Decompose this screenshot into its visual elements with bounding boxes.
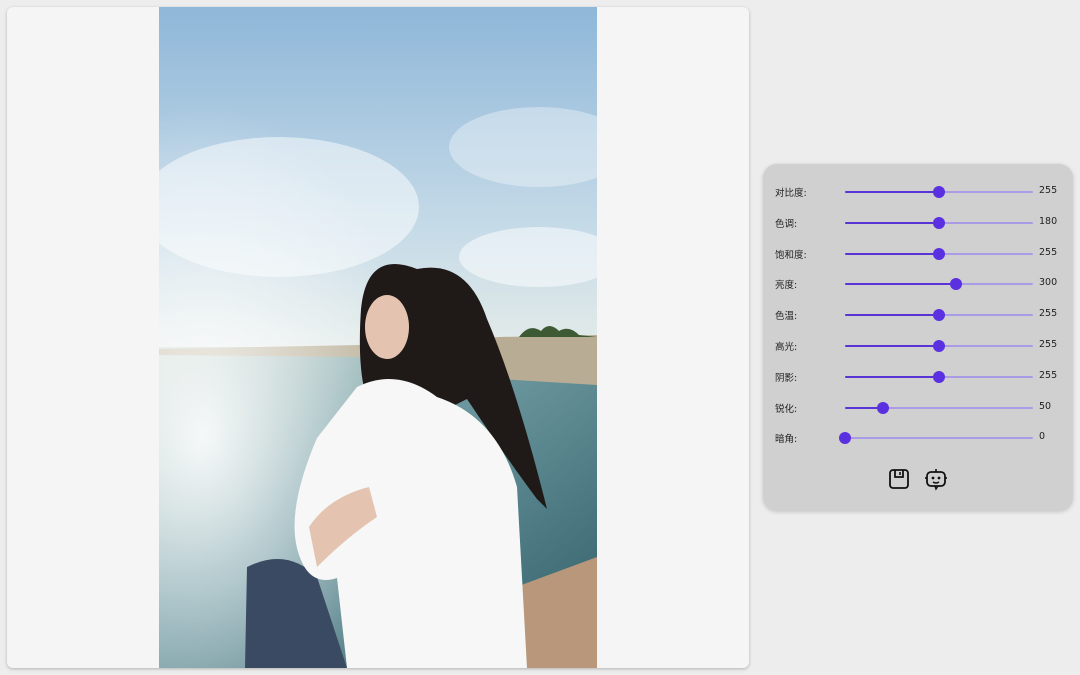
slider-track[interactable]: [845, 401, 1033, 414]
slider-value: 255: [1039, 185, 1058, 196]
slider-track[interactable]: [845, 309, 1033, 322]
slider-value: 255: [1039, 339, 1058, 350]
adjustment-panel: 对比度: 255 色调: 180 饱和度: 255 亮度: 300 色温: 255 高光: 255 阴影…: [763, 164, 1073, 511]
slider-thumb[interactable]: [949, 278, 962, 291]
slider-value: 300: [1039, 277, 1058, 289]
slider-thumb[interactable]: [933, 216, 945, 229]
slider-track[interactable]: [845, 216, 1033, 229]
slider-value: 255: [1039, 246, 1058, 258]
slider-fill: [845, 314, 939, 317]
adjustment-row: 暗角: 0: [763, 428, 1073, 448]
slider-fill: [845, 191, 939, 193]
save-button[interactable]: [886, 466, 912, 492]
photo: [159, 7, 597, 668]
adjustment-row: 阴影: 255: [763, 367, 1073, 387]
slider-label: 暗角:: [775, 434, 798, 446]
adjustment-row: 对比度: 255: [763, 182, 1073, 202]
slider-value: 180: [1039, 215, 1058, 227]
slider-track[interactable]: [845, 247, 1033, 260]
slider-track[interactable]: [845, 278, 1033, 291]
slider-label: 阴影:: [775, 372, 798, 384]
slider-fill: [845, 221, 939, 224]
slider-track[interactable]: [839, 432, 1033, 445]
slider-label: 锐化:: [775, 403, 798, 415]
slider-thumb[interactable]: [933, 186, 945, 198]
slider-thumb[interactable]: [839, 432, 851, 445]
slider-value: 50: [1039, 400, 1052, 412]
slider-fill: [845, 375, 939, 378]
slider-track[interactable]: [845, 370, 1033, 383]
adjustment-row: 色温: 255: [763, 305, 1073, 325]
adjustment-row: 色调: 180: [763, 213, 1073, 233]
slider-thumb[interactable]: [933, 340, 945, 352]
slider-value: 255: [1039, 369, 1058, 381]
robot-icon: [925, 469, 947, 491]
slider-label: 亮度:: [775, 280, 798, 292]
slider-fill: [845, 252, 939, 255]
slider-thumb[interactable]: [933, 309, 945, 322]
slider-track[interactable]: [845, 340, 1033, 352]
slider-thumb[interactable]: [933, 370, 945, 383]
adjustment-row: 锐化: 50: [763, 398, 1073, 418]
slider-value: 0: [1039, 431, 1046, 443]
slider-label: 色调:: [775, 218, 798, 230]
slider-label: 色温:: [775, 311, 798, 323]
slider-label: 饱和度:: [775, 249, 807, 261]
slider-thumb[interactable]: [876, 401, 889, 414]
adjustment-row: 高光: 255: [763, 336, 1073, 356]
save-icon: [889, 469, 909, 489]
adjustment-row: 亮度: 300: [763, 274, 1073, 294]
slider-label: 高光:: [775, 342, 798, 353]
slider-value: 255: [1039, 308, 1058, 320]
slider-label: 对比度:: [775, 188, 807, 199]
slider-fill: [845, 283, 956, 286]
slider-track[interactable]: [845, 186, 1033, 198]
slider-fill: [845, 345, 939, 347]
ai-enhance-button[interactable]: [923, 466, 949, 492]
adjustment-row: 饱和度: 255: [763, 244, 1073, 264]
slider-thumb[interactable]: [933, 247, 945, 260]
image-canvas: [7, 7, 749, 668]
